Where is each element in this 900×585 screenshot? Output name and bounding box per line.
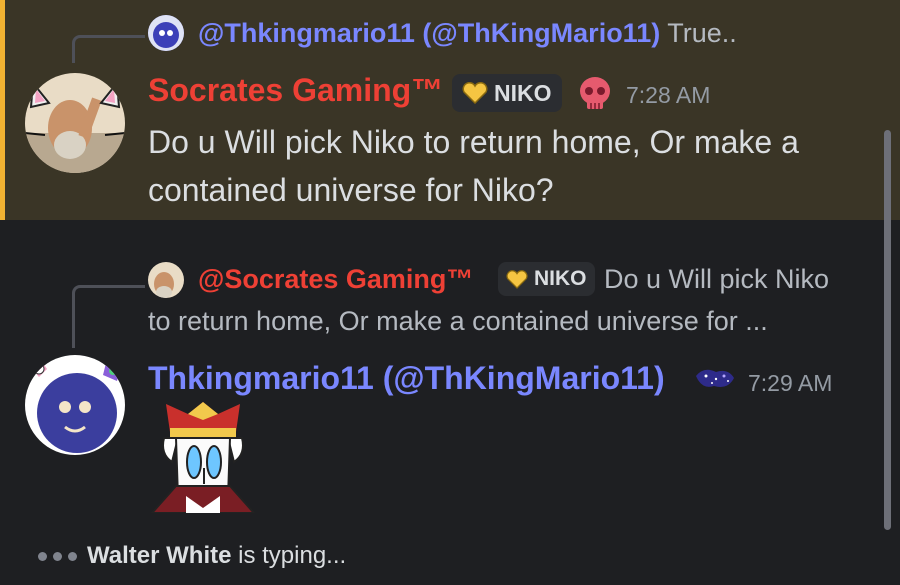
message-line: contained universe for Niko? [148, 172, 554, 208]
sticker-image[interactable] [148, 398, 258, 514]
reply-text: True.. [667, 18, 737, 48]
timestamp[interactable]: 7:29 AM [748, 370, 832, 397]
heart-badge-icon [506, 269, 528, 289]
reply-text: Do u Will pick Niko [604, 264, 830, 294]
scrollbar[interactable] [884, 130, 891, 530]
clan-badge[interactable]: NIKO [498, 262, 595, 296]
typing-indicator: Walter White is typing... [38, 542, 346, 570]
reply-text: to return home, Or make a contained univ… [148, 306, 768, 336]
reply-username[interactable]: @Socrates Gaming™ [198, 264, 473, 294]
message-username[interactable]: Socrates Gaming™ [148, 72, 443, 109]
message-username[interactable]: Thkingmario11 (@ThKingMario11) [148, 360, 665, 397]
badge-label: NIKO [534, 267, 587, 290]
heart-badge-icon [462, 82, 488, 104]
message-line: Do u Will pick Niko to return home, Or m… [148, 124, 799, 160]
timestamp[interactable]: 7:28 AM [626, 82, 710, 109]
reply-connector [72, 35, 145, 63]
reply-avatar-icon[interactable] [148, 15, 184, 51]
galaxy-role-icon[interactable] [694, 364, 736, 394]
reply-preview[interactable]: @Thkingmario11 (@ThKingMario11) True.. [198, 18, 737, 49]
reply-preview[interactable]: @Socrates Gaming™ [198, 264, 473, 295]
reply-avatar-icon[interactable] [148, 262, 184, 298]
typing-dots-icon [38, 551, 77, 561]
reply-connector [72, 285, 145, 348]
badge-label: NIKO [494, 79, 552, 106]
message-content: Do u Will pick Niko to return home, Or m… [148, 118, 799, 214]
avatar[interactable] [25, 355, 125, 455]
avatar[interactable] [25, 73, 125, 173]
mention-highlight-bar [0, 0, 5, 220]
typing-text: is typing... [238, 542, 347, 569]
reply-username[interactable]: @Thkingmario11 (@ThKingMario11) [198, 18, 660, 48]
skull-role-icon[interactable] [576, 74, 614, 112]
clan-badge[interactable]: NIKO [452, 74, 562, 112]
typing-user: Walter White [87, 542, 232, 569]
